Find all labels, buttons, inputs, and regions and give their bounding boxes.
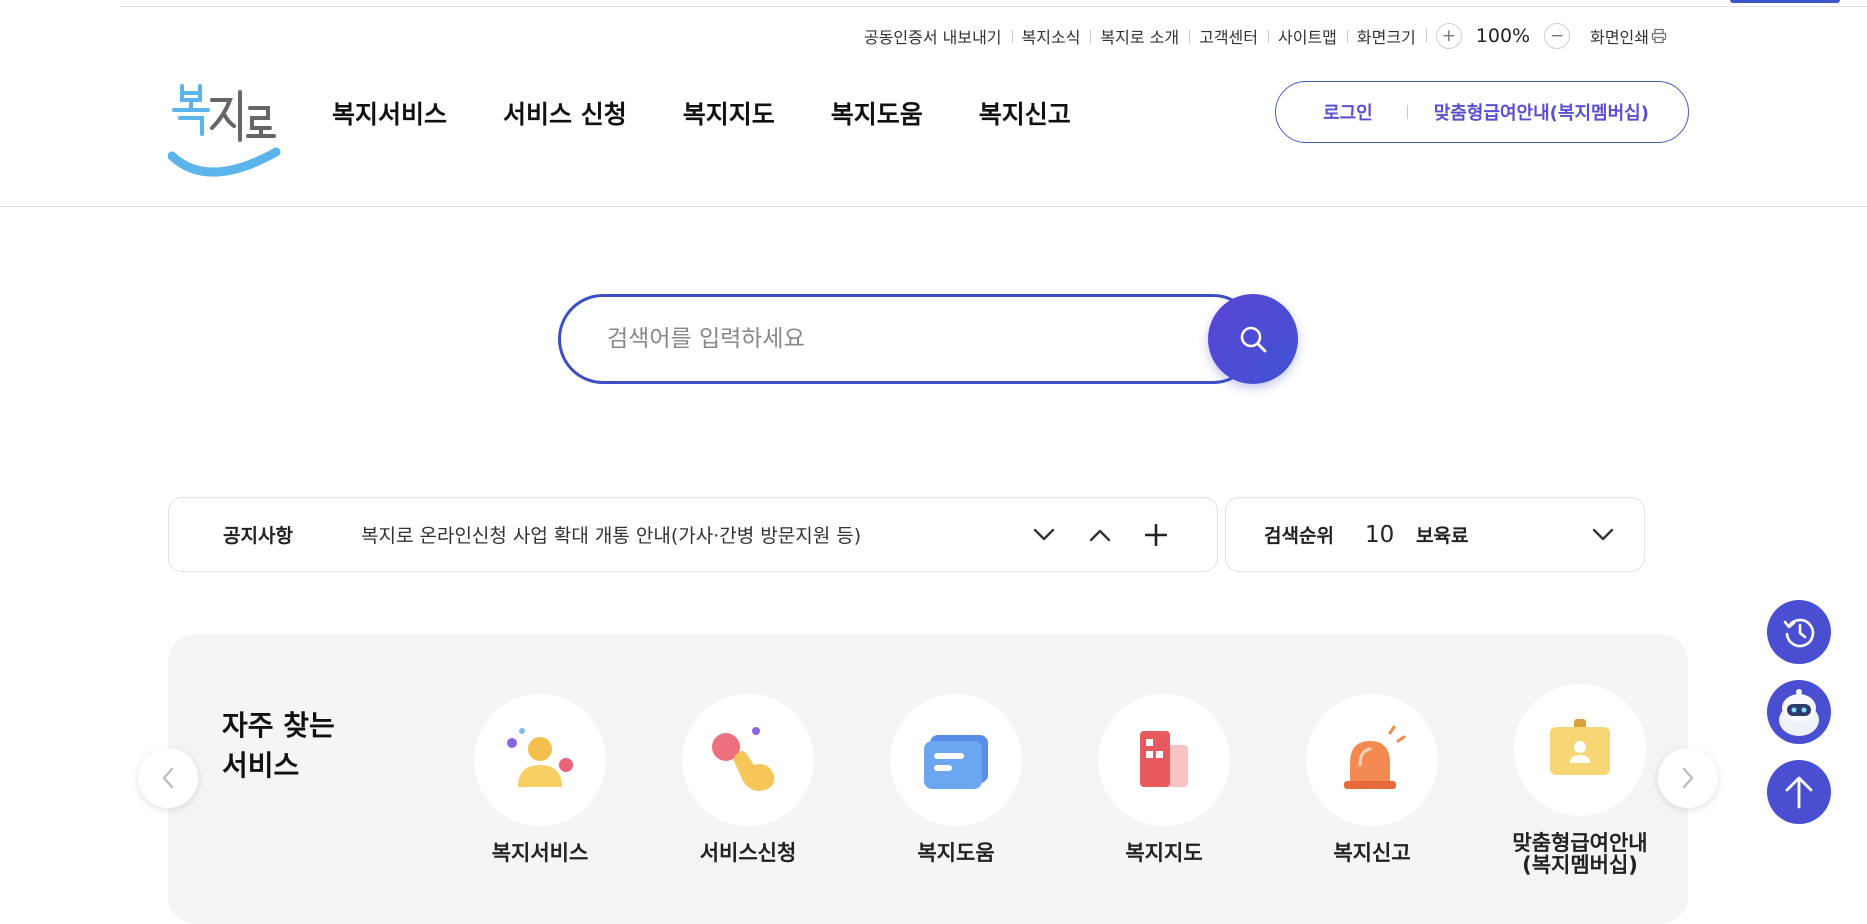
chevron-left-icon [162, 767, 174, 789]
service-icon-circle [474, 694, 606, 826]
site-header: 복지서비스 서비스 신청 복지지도 복지도움 복지신고 로그인 맞춤형급여안내(… [0, 60, 1867, 207]
chevron-up-icon [1089, 529, 1111, 542]
util-cert-export[interactable]: 공동인증서 내보내기 [854, 24, 1012, 48]
auth-box: 로그인 맞춤형급여안내(복지멤버십) [1275, 81, 1689, 143]
nav-welfare-help[interactable]: 복지도움 [831, 95, 923, 131]
notice-text[interactable]: 복지로 온라인신청 사업 확대 개통 안내(가사·간병 방문지원 등) [361, 521, 861, 548]
ranking-keyword[interactable]: 보육료 [1416, 521, 1468, 548]
frequent-title-line1: 자주 찾는 [222, 709, 335, 742]
print-button[interactable]: 화면인쇄 [1580, 24, 1677, 48]
notice-bar: 공지사항 복지로 온라인신청 사업 확대 개통 안내(가사·간병 방문지원 등) [168, 497, 1218, 572]
nav-service-apply[interactable]: 서비스 신청 [503, 95, 627, 131]
robot-icon [1779, 689, 1819, 736]
main-nav: 복지서비스 서비스 신청 복지지도 복지도움 복지신고 [332, 95, 1071, 131]
nav-welfare-report[interactable]: 복지신고 [979, 95, 1071, 131]
search-input[interactable] [558, 294, 1258, 384]
plus-icon [1145, 524, 1167, 546]
service-apply[interactable]: 서비스신청 [658, 694, 838, 864]
search-ranking: 검색순위 10 보육료 [1225, 497, 1645, 572]
scroll-top-button[interactable] [1767, 760, 1831, 824]
frequent-title-line2: 서비스 [222, 749, 300, 782]
printer-icon [1651, 28, 1667, 44]
notice-more-button[interactable] [1139, 518, 1173, 552]
ranking-label: 검색순위 [1264, 525, 1334, 547]
ranking-dropdown-button[interactable] [1586, 518, 1620, 552]
frequent-title: 자주 찾는 서비스 [222, 706, 335, 786]
notice-label: 공지사항 [223, 525, 293, 547]
service-membership[interactable]: 맞춤형급여안내 (복지멤버십) [1490, 684, 1670, 876]
service-label: 복지서비스 [491, 841, 589, 865]
zoom-out-button[interactable]: − [1544, 23, 1571, 49]
siren-icon [1344, 725, 1406, 789]
chatbot-button[interactable] [1767, 680, 1831, 744]
map-icon [1140, 731, 1188, 787]
service-map[interactable]: 복지지도 [1074, 694, 1254, 864]
service-label-line2: (복지멤버십) [1522, 853, 1638, 877]
top-tab-indicator [1730, 0, 1840, 3]
service-report[interactable]: 복지신고 [1282, 694, 1462, 864]
notice-next-button[interactable] [1027, 518, 1061, 552]
print-label: 화면인쇄 [1590, 28, 1649, 47]
search-button[interactable] [1208, 294, 1298, 384]
service-help[interactable]: 복지도움 [866, 694, 1046, 864]
search-icon [1240, 326, 1267, 353]
service-icon-circle [1098, 694, 1230, 826]
message-icon [924, 735, 988, 789]
zoom-level: 100% [1475, 25, 1531, 47]
login-button[interactable]: 로그인 [1289, 99, 1407, 125]
util-sitemap[interactable]: 사이트맵 [1268, 24, 1347, 48]
service-icon-circle [682, 694, 814, 826]
logo-mark [167, 84, 281, 177]
id-card-icon [1550, 719, 1610, 775]
ranking-number: 10 [1365, 521, 1395, 548]
chevron-down-icon [1033, 528, 1055, 541]
frequent-services: 자주 찾는 서비스 복지서비스 서비스신청 복지도움 복지지도 복지신고 맞춤형… [168, 634, 1688, 924]
utility-nav: 공동인증서 내보내기 복지소식 복지로 소개 고객센터 사이트맵 화면크기 + … [854, 22, 1677, 50]
chevron-right-icon [1682, 767, 1694, 789]
service-label-line1: 맞춤형급여안내 [1512, 831, 1648, 855]
carousel-prev-button[interactable] [138, 748, 198, 808]
service-icon-circle [1306, 694, 1438, 826]
search-bar [558, 294, 1298, 384]
notice-prev-button[interactable] [1083, 518, 1117, 552]
service-welfare[interactable]: 복지서비스 [450, 694, 630, 864]
service-icon-circle [1514, 684, 1646, 816]
service-icon-circle [890, 694, 1022, 826]
util-customer-center[interactable]: 고객센터 [1189, 24, 1268, 48]
history-icon [1783, 618, 1815, 648]
nav-welfare-service[interactable]: 복지서비스 [332, 95, 447, 131]
service-label: 복지지도 [1125, 841, 1203, 865]
nav-welfare-map[interactable]: 복지지도 [683, 95, 775, 131]
arrow-up-icon [1785, 776, 1813, 809]
zoom-control: + 100% − [1425, 23, 1580, 49]
util-welfare-news[interactable]: 복지소식 [1011, 24, 1091, 48]
util-about[interactable]: 복지로 소개 [1090, 24, 1189, 48]
top-strip [0, 0, 1867, 8]
chevron-down-icon [1592, 528, 1614, 541]
service-label: 맞춤형급여안내 (복지멤버십) [1490, 832, 1670, 876]
service-label: 서비스신청 [699, 841, 797, 865]
recent-history-button[interactable] [1767, 600, 1831, 664]
hand-tap-icon [712, 727, 775, 791]
zoom-in-button[interactable]: + [1435, 23, 1462, 49]
carousel-next-button[interactable] [1658, 748, 1718, 808]
person-icon [507, 728, 573, 787]
top-divider [120, 6, 1867, 7]
site-logo[interactable] [167, 78, 283, 186]
membership-button[interactable]: 맞춤형급여안내(복지멤버십) [1408, 99, 1675, 125]
service-label: 복지도움 [917, 841, 995, 865]
util-screen-size-label: 화면크기 [1346, 24, 1426, 48]
service-label: 복지신고 [1333, 841, 1411, 865]
